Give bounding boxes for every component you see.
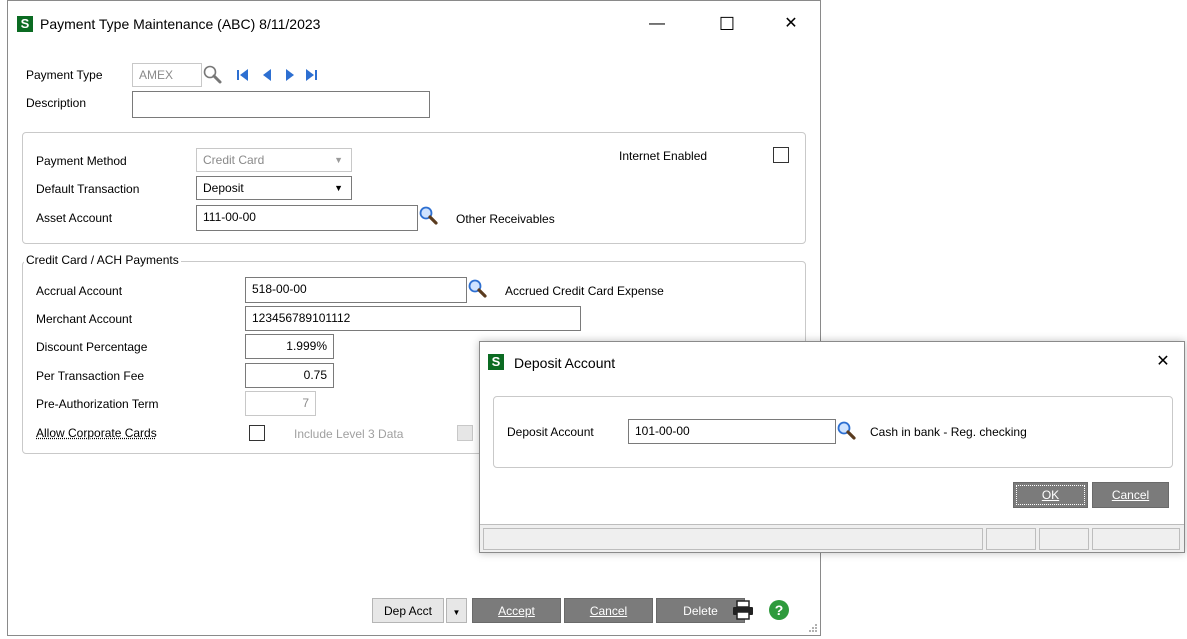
default-transaction-value: Deposit [203,181,244,195]
payment-method-value: Credit Card [203,153,265,167]
credit-card-ach-group-title: Credit Card / ACH Payments [24,253,181,267]
dep-acct-dropdown-button[interactable]: ▼ [446,598,467,623]
ok-button[interactable]: OK [1013,482,1088,508]
accrual-account-description: Accrued Credit Card Expense [505,284,664,298]
maximize-button[interactable]: ☐ [704,9,750,39]
payment-type-field[interactable]: AMEX [132,63,202,87]
sage-app-icon: S [488,354,504,370]
chevron-down-icon: ▼ [452,608,461,617]
preauth-term-label: Pre-Authorization Term [36,397,159,411]
dialog-close-button[interactable]: ✕ [1140,347,1186,377]
asset-account-description: Other Receivables [456,212,555,226]
status-bar-panel [1039,528,1089,550]
preauth-term-field[interactable]: 7 [245,391,316,416]
internet-enabled-label: Internet Enabled [619,149,708,163]
status-bar-panel [986,528,1036,550]
internet-enabled-checkbox[interactable] [773,147,789,163]
main-title-bar[interactable]: S Payment Type Maintenance (ABC) 8/11/20… [8,1,820,47]
resize-grip-icon[interactable] [808,623,818,633]
chevron-down-icon: ▼ [334,155,343,165]
payment-type-lookup-icon[interactable] [202,64,224,86]
next-record-icon[interactable] [281,66,299,84]
sage-app-icon: S [17,16,33,32]
discount-percentage-field[interactable]: 1.999% [245,334,334,359]
help-icon[interactable]: ? [768,599,790,621]
print-icon[interactable] [732,600,754,620]
default-transaction-label: Default Transaction [36,182,140,196]
deposit-account-field[interactable]: 101-00-00 [628,419,836,444]
deposit-account-label: Deposit Account [507,425,594,439]
asset-account-field[interactable]: 111-00-00 [196,205,418,231]
discount-percentage-label: Discount Percentage [36,340,148,354]
ok-label: OK [1041,488,1060,502]
description-label: Description [26,96,87,110]
previous-record-icon[interactable] [258,66,276,84]
accrual-account-label: Accrual Account [36,284,123,298]
status-bar-panel [483,528,983,550]
first-record-icon[interactable] [234,66,252,84]
accrual-account-lookup-icon[interactable] [467,278,489,300]
description-field[interactable] [132,91,430,118]
deposit-account-lookup-icon[interactable] [836,420,858,442]
payment-type-label: Payment Type [26,68,103,82]
minimize-button[interactable]: — [634,9,680,39]
status-bar [480,524,1184,552]
dep-acct-label: Dep Acct [383,604,433,618]
default-transaction-select[interactable]: Deposit ▼ [196,176,352,200]
main-window-title: Payment Type Maintenance (ABC) 8/11/2023 [40,16,321,32]
accept-label: Accept [498,604,535,618]
close-button[interactable]: ✕ [768,9,814,39]
asset-account-lookup-icon[interactable] [418,205,440,227]
allow-corporate-cards-checkbox[interactable] [249,425,265,441]
deposit-account-description: Cash in bank - Reg. checking [870,425,1027,439]
dialog-title: Deposit Account [514,355,616,371]
cancel-label: Cancel [589,604,628,618]
dialog-cancel-label: Cancel [1111,488,1150,502]
per-transaction-fee-label: Per Transaction Fee [36,369,145,383]
dialog-cancel-button[interactable]: Cancel [1092,482,1169,508]
status-bar-panel [1092,528,1180,550]
delete-label: Delete [683,604,718,618]
accrual-account-field[interactable]: 518-00-00 [245,277,467,303]
include-level3-checkbox[interactable] [457,425,473,441]
payment-method-label: Payment Method [36,154,127,168]
asset-account-label: Asset Account [36,211,113,225]
last-record-icon[interactable] [302,66,320,84]
merchant-account-field[interactable]: 123456789101112 [245,306,581,331]
include-level3-label: Include Level 3 Data [294,427,404,441]
deposit-account-dialog: S Deposit Account ✕ Deposit Account 101-… [479,341,1185,553]
merchant-account-label: Merchant Account [36,312,133,326]
dep-acct-button[interactable]: Dep Acct [372,598,444,623]
accept-button[interactable]: Accept [472,598,561,623]
per-transaction-fee-field[interactable]: 0.75 [245,363,334,388]
chevron-down-icon: ▼ [334,183,343,193]
allow-corporate-cards-label: Allow Corporate Cards [36,426,157,440]
payment-method-select[interactable]: Credit Card ▼ [196,148,352,172]
svg-text:?: ? [775,602,784,618]
cancel-button[interactable]: Cancel [564,598,653,623]
